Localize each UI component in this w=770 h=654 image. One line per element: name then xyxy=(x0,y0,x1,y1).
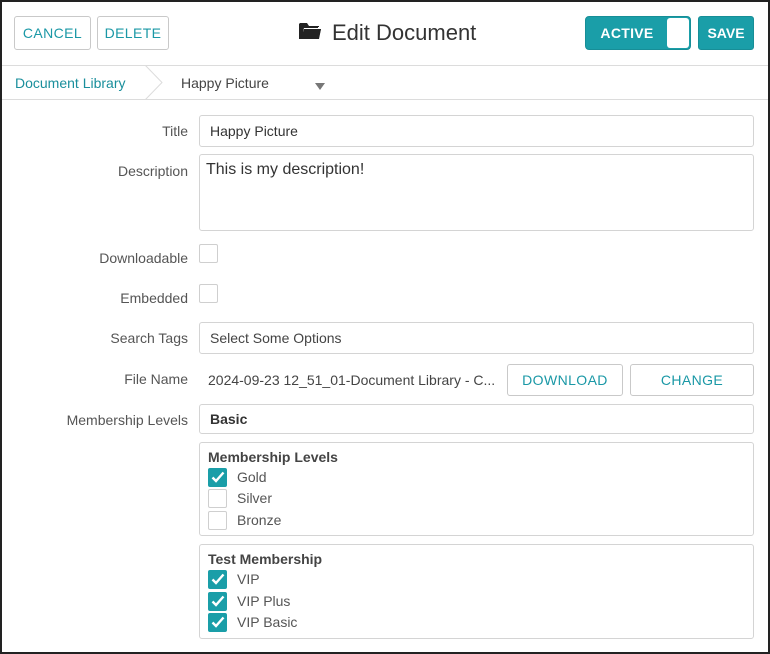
checkbox[interactable] xyxy=(208,510,227,530)
download-button[interactable]: DOWNLOAD xyxy=(507,364,623,396)
option-vip-basic[interactable]: VIP Basic xyxy=(208,612,297,632)
page-title: Edit Document xyxy=(332,20,477,45)
checkbox[interactable] xyxy=(208,467,227,487)
change-button[interactable]: CHANGE xyxy=(630,364,754,396)
description-textarea[interactable]: This is my description! xyxy=(199,154,754,231)
membership-levels-group: Membership Levels Gold Silver Bronze xyxy=(199,442,754,536)
folder-open-icon xyxy=(298,21,322,46)
search-tags-placeholder: Select Some Options xyxy=(210,330,342,346)
option-bronze[interactable]: Bronze xyxy=(208,510,281,530)
option-label: VIP Plus xyxy=(237,593,291,609)
membership-levels-select[interactable]: Basic xyxy=(199,404,754,434)
toggle-knob xyxy=(667,18,689,48)
search-tags-select[interactable]: Select Some Options xyxy=(199,322,754,354)
breadcrumb-document-library[interactable]: Document Library xyxy=(15,66,126,99)
checkbox[interactable] xyxy=(208,488,227,508)
option-vip-plus[interactable]: VIP Plus xyxy=(208,591,290,611)
file-name-label: File Name xyxy=(124,371,188,387)
checkmark-icon xyxy=(211,573,224,585)
group-title: Test Membership xyxy=(208,551,323,567)
option-label: VIP xyxy=(237,571,260,587)
downloadable-checkbox[interactable] xyxy=(199,244,218,263)
downloadable-label: Downloadable xyxy=(99,250,188,266)
embedded-checkbox[interactable] xyxy=(199,284,218,303)
search-tags-label: Search Tags xyxy=(110,330,188,346)
title-label: Title xyxy=(162,123,188,139)
breadcrumb: Document Library Happy Picture xyxy=(2,64,768,101)
breadcrumb-current-document[interactable]: Happy Picture xyxy=(181,66,269,99)
active-toggle-label: ACTIVE xyxy=(600,25,654,41)
option-vip[interactable]: VIP xyxy=(208,569,260,589)
checkmark-icon xyxy=(211,471,224,483)
test-membership-group: Test Membership VIP VIP Plus VIP Basic xyxy=(199,544,754,639)
file-name-value: 2024-09-23 12_51_01-Document Library - C… xyxy=(208,372,496,388)
option-label: VIP Basic xyxy=(237,614,298,630)
group-title: Membership Levels xyxy=(208,449,338,465)
edit-document-panel: CANCEL DELETE Edit Document ACTIVE SAVE … xyxy=(0,0,770,654)
checkmark-icon xyxy=(211,616,224,628)
option-label: Gold xyxy=(237,469,267,485)
membership-levels-label: Membership Levels xyxy=(66,412,188,428)
checkbox[interactable] xyxy=(208,591,227,611)
save-button[interactable]: SAVE xyxy=(698,16,754,50)
checkbox[interactable] xyxy=(208,569,227,589)
breadcrumb-separator-icon xyxy=(144,64,164,105)
active-toggle[interactable]: ACTIVE xyxy=(585,16,691,50)
embedded-label: Embedded xyxy=(120,290,188,306)
caret-down-icon[interactable] xyxy=(315,78,325,96)
option-gold[interactable]: Gold xyxy=(208,467,267,487)
cancel-button[interactable]: CANCEL xyxy=(14,16,91,50)
option-silver[interactable]: Silver xyxy=(208,488,272,508)
option-label: Silver xyxy=(237,490,273,506)
checkmark-icon xyxy=(211,595,224,607)
title-input-value: Happy Picture xyxy=(210,123,298,139)
delete-button[interactable]: DELETE xyxy=(97,16,169,50)
option-label: Bronze xyxy=(237,512,282,528)
page-title-group: Edit Document xyxy=(298,16,476,50)
checkbox[interactable] xyxy=(208,612,227,632)
header-bar: CANCEL DELETE Edit Document ACTIVE SAVE xyxy=(2,2,768,65)
description-label: Description xyxy=(117,163,188,179)
membership-levels-value: Basic xyxy=(210,411,248,427)
title-input[interactable]: Happy Picture xyxy=(199,115,754,147)
